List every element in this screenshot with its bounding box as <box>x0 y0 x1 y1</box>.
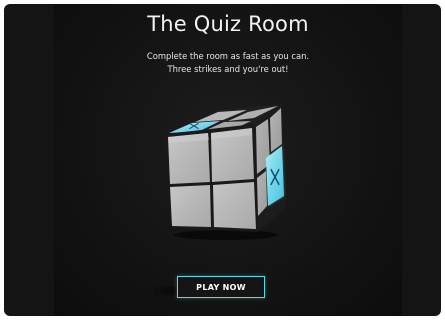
quiz-cube <box>154 100 294 240</box>
subtitle-line-2: Three strikes and you're out! <box>167 64 289 74</box>
play-now-button[interactable]: PLAY NOW <box>177 276 265 298</box>
quiz-cube-graphic <box>166 104 286 240</box>
subtitle-line-1: Complete the room as fast as you can. <box>146 51 310 61</box>
game-title: The Quiz Room <box>147 12 309 36</box>
game-panel: The Quiz Room Complete the room as fast … <box>54 4 402 316</box>
game-frame: The Quiz Room Complete the room as fast … <box>4 4 441 316</box>
